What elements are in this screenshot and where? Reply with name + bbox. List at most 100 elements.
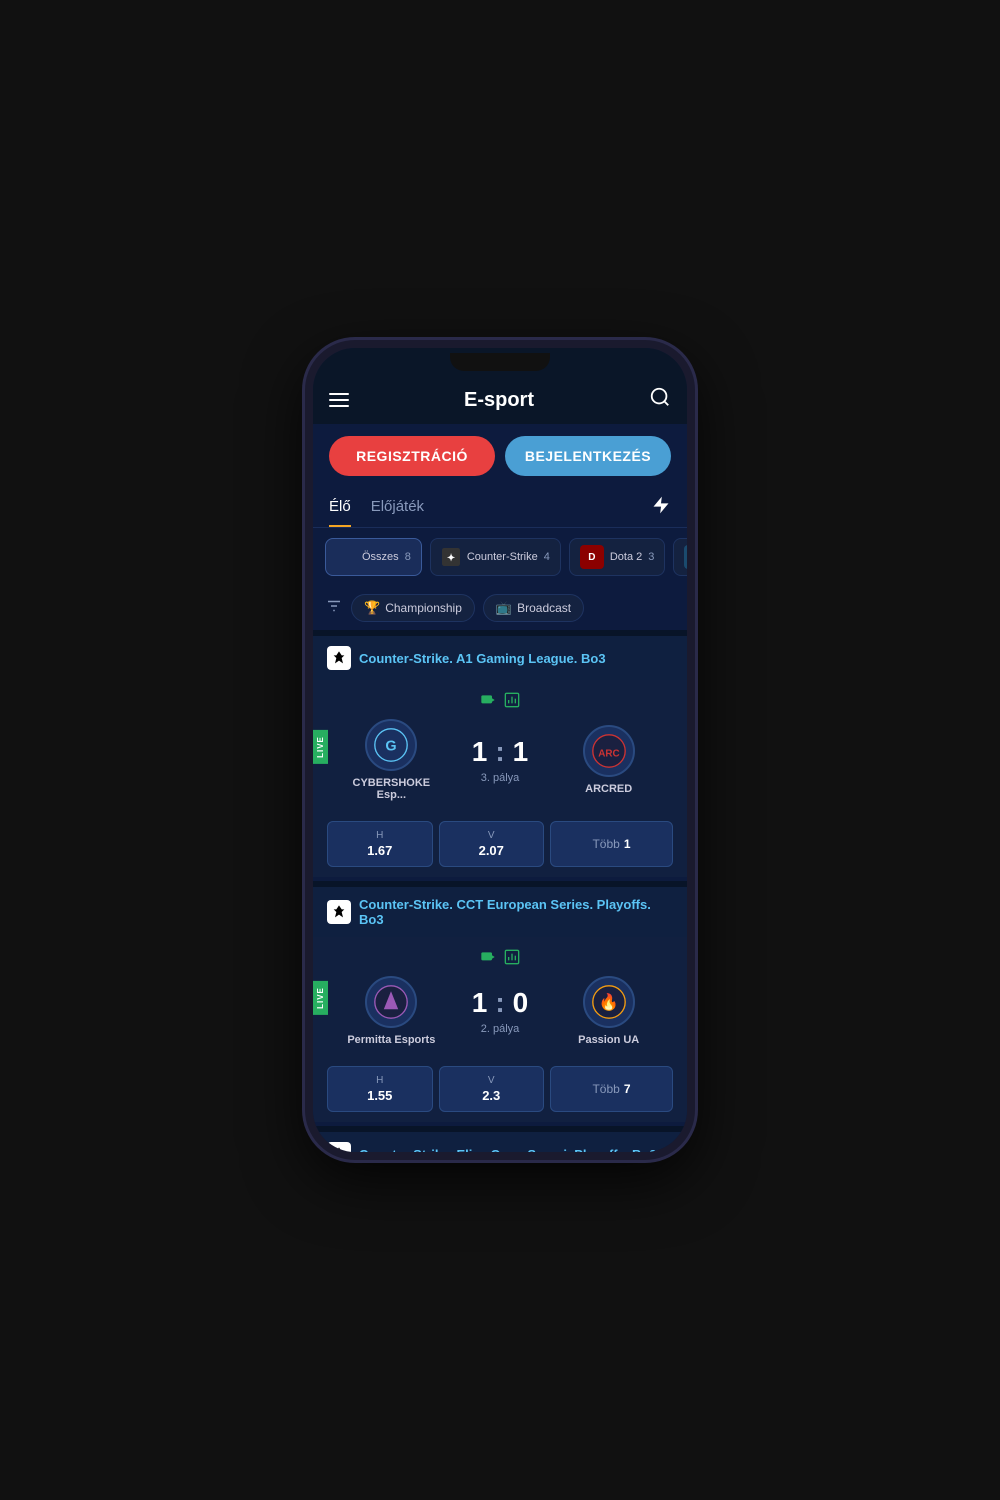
team1-logo-2 <box>365 976 417 1028</box>
team1-name-2: Permitta Esports <box>347 1034 435 1046</box>
team1-logo-1: G <box>365 719 417 771</box>
app-content: REGISZTRÁCIÓ BEJELENTKEZÉS Élő Előjáték … <box>313 424 687 1152</box>
stream-icon-2 <box>480 949 496 968</box>
teams-row-1: G CYBERSHOKE Esp... 1 : 1 3. pálya <box>327 719 673 801</box>
stats-icon-2 <box>504 949 520 968</box>
phone-frame: E-sport REGISZTRÁCIÓ BEJELENTKEZÉS Élő E… <box>305 340 695 1160</box>
score-2: 1 : 0 <box>472 987 528 1019</box>
live-badge-2: LIVE <box>313 981 328 1015</box>
broadcast-icon: 📺 <box>496 600 512 616</box>
svg-text:ARC: ARC <box>598 748 619 759</box>
menu-button[interactable] <box>329 393 349 407</box>
tab-live[interactable]: Élő <box>329 488 351 527</box>
lightning-icon[interactable] <box>651 495 671 520</box>
cs-league-icon-3 <box>327 1142 351 1152</box>
league-name-2: Counter-Strike. CCT European Series. Pla… <box>359 897 673 927</box>
odd-v-label-1: V <box>488 830 495 841</box>
login-button[interactable]: BEJELENTKEZÉS <box>505 436 671 476</box>
odd-more-count-2: 7 <box>624 1082 631 1096</box>
cs-league-icon-2 <box>327 900 351 924</box>
odd-h-1[interactable]: H 1.67 <box>327 821 433 867</box>
odd-h-value-2: 1.55 <box>367 1088 392 1103</box>
lol-icon: L <box>684 545 687 569</box>
score2-2: 0 <box>513 987 529 1019</box>
odd-more-label-1: Több <box>592 837 619 851</box>
championship-icon: 🏆 <box>364 600 380 616</box>
odd-h-label-1: H <box>376 830 383 841</box>
score2-1: 1 <box>513 736 529 768</box>
odd-more-1[interactable]: Több 1 <box>550 821 673 867</box>
match-icons-2 <box>327 949 673 968</box>
svg-text:✦: ✦ <box>447 553 455 564</box>
category-championship[interactable]: 🏆 Championship <box>351 594 475 622</box>
team1-2: Permitta Esports <box>337 976 446 1046</box>
status-bar <box>313 348 687 376</box>
game-filter-cs[interactable]: ✦ Counter-Strike 4 <box>430 538 561 576</box>
app-title: E-sport <box>464 389 534 412</box>
cs-league-icon-1 <box>327 646 351 670</box>
odd-v-label-2: V <box>488 1075 495 1086</box>
odd-v-value-2: 2.3 <box>482 1088 500 1103</box>
team2-1: ARC ARCRED <box>554 725 663 795</box>
league-name-3: Counter-Strike. Elisa Open Suomi. Playof… <box>359 1147 657 1153</box>
match-card-2: LIVE <box>313 937 687 1058</box>
odd-more-label-2: Több <box>592 1082 619 1096</box>
game-filter: Összes 8 ✦ Counter-Strike 4 D Dota 2 3 <box>313 528 687 586</box>
odd-v-2[interactable]: V 2.3 <box>439 1066 545 1112</box>
team2-2: 🔥 Passion UA <box>554 976 663 1046</box>
team2-logo-1: ARC <box>583 725 635 777</box>
map-info-2: 2. pálya <box>481 1023 520 1035</box>
dota-icon: D <box>580 545 604 569</box>
auth-buttons-container: REGISZTRÁCIÓ BEJELENTKEZÉS <box>313 424 687 488</box>
broadcast-label: Broadcast <box>517 601 571 615</box>
search-icon[interactable] <box>649 386 671 414</box>
odd-more-2[interactable]: Több 7 <box>550 1066 673 1112</box>
game-filter-lol[interactable]: L League of Lege... 1 <box>673 538 687 576</box>
score1-1: 1 <box>472 736 488 768</box>
team1-1: G CYBERSHOKE Esp... <box>337 719 446 801</box>
app-header: E-sport <box>313 376 687 424</box>
odd-h-2[interactable]: H 1.55 <box>327 1066 433 1112</box>
team2-logo-2: 🔥 <box>583 976 635 1028</box>
team2-name-1: ARCRED <box>585 783 632 795</box>
odd-more-count-1: 1 <box>624 837 631 851</box>
odd-h-value-1: 1.67 <box>367 843 392 858</box>
odds-row-1: H 1.67 V 2.07 Több 1 <box>313 813 687 877</box>
score1-2: 1 <box>472 987 488 1019</box>
all-game-icon <box>336 547 356 567</box>
match-section-2: Counter-Strike. CCT European Series. Pla… <box>313 887 687 1122</box>
map-info-1: 3. pálya <box>481 772 520 784</box>
league-header-2: Counter-Strike. CCT European Series. Pla… <box>313 887 687 937</box>
game-filter-all[interactable]: Összes 8 <box>325 538 422 576</box>
live-badge-1: LIVE <box>313 730 328 764</box>
category-filter: 🏆 Championship 📺 Broadcast <box>313 586 687 630</box>
team2-name-2: Passion UA <box>578 1034 639 1046</box>
odds-row-2: H 1.55 V 2.3 Több 7 <box>313 1058 687 1122</box>
teams-row-2: Permitta Esports 1 : 0 2. pálya <box>327 976 673 1046</box>
cs-icon: ✦ <box>441 547 461 567</box>
stats-icon-1 <box>504 692 520 711</box>
match-card-1: LIVE <box>313 680 687 813</box>
league-header-1: Counter-Strike. A1 Gaming League. Bo3 <box>313 636 687 680</box>
notch <box>450 353 550 371</box>
odd-v-value-1: 2.07 <box>479 843 504 858</box>
match-section-1: Counter-Strike. A1 Gaming League. Bo3 LI… <box>313 636 687 877</box>
score-center-2: 1 : 0 2. pálya <box>446 987 555 1035</box>
svg-text:G: G <box>386 738 397 754</box>
championship-label: Championship <box>385 601 462 615</box>
tab-pre[interactable]: Előjáték <box>371 488 424 527</box>
filter-icon <box>325 597 343 620</box>
stream-icon-1 <box>480 692 496 711</box>
game-filter-dota[interactable]: D Dota 2 3 <box>569 538 666 576</box>
odd-v-1[interactable]: V 2.07 <box>439 821 545 867</box>
match-section-3: Counter-Strike. Elisa Open Suomi. Playof… <box>313 1132 687 1152</box>
score-center-1: 1 : 1 3. pálya <box>446 736 555 784</box>
odd-h-label-2: H <box>376 1075 383 1086</box>
tabs-container: Élő Előjáték <box>313 488 687 528</box>
team1-name-1: CYBERSHOKE Esp... <box>337 777 446 801</box>
svg-text:🔥: 🔥 <box>599 992 619 1011</box>
league-name-1: Counter-Strike. A1 Gaming League. Bo3 <box>359 651 606 666</box>
category-broadcast[interactable]: 📺 Broadcast <box>483 594 584 622</box>
register-button[interactable]: REGISZTRÁCIÓ <box>329 436 495 476</box>
match-icons-1 <box>327 692 673 711</box>
